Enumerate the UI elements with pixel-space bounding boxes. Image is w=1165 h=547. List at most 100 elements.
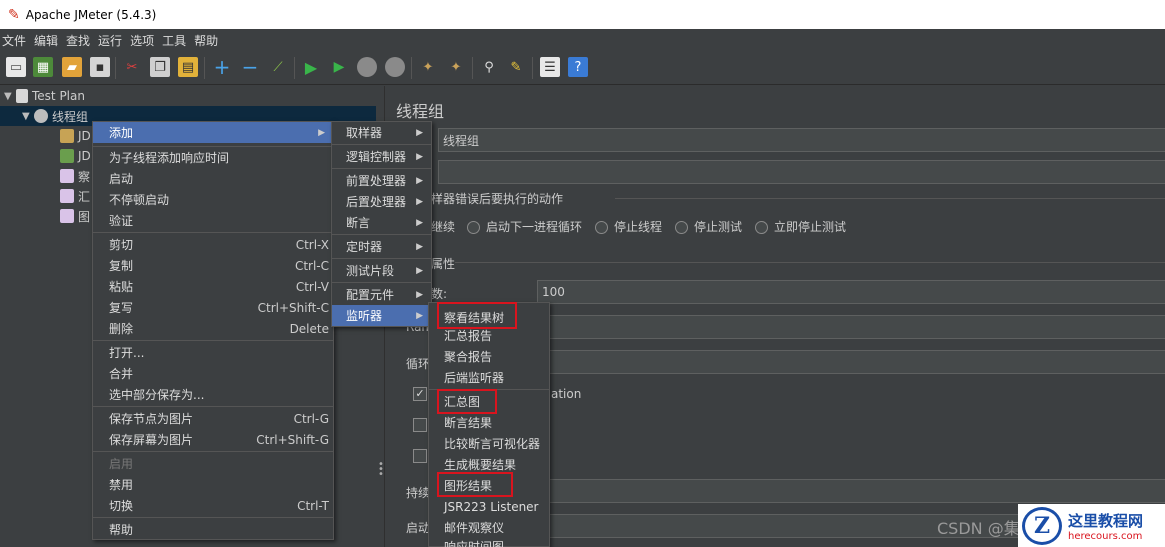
comment-field[interactable] bbox=[438, 160, 1165, 184]
duration-field[interactable] bbox=[537, 479, 1165, 503]
menu-item-cut[interactable]: 剪切 Ctrl-X bbox=[93, 234, 333, 255]
site-logo: Z 这里教程网 herecours.com bbox=[1018, 504, 1165, 547]
listener-item-backend-listener[interactable]: 后端监听器 bbox=[429, 367, 549, 388]
menu-item-open[interactable]: 打开... bbox=[93, 342, 333, 363]
submenu-item-assertion[interactable]: 断言 ▶ bbox=[332, 212, 431, 233]
reset-search-icon[interactable]: ✎ bbox=[506, 57, 526, 77]
ramp-field[interactable] bbox=[537, 315, 1165, 339]
tree-node-child[interactable]: JD bbox=[60, 146, 91, 166]
templates-icon[interactable]: ▦ bbox=[33, 57, 53, 77]
tree-node-child[interactable]: 图 bbox=[60, 206, 90, 226]
submenu-item-config-element[interactable]: 配置元件 ▶ bbox=[332, 284, 431, 305]
listener-item-jsr223[interactable]: JSR223 Listener bbox=[429, 496, 549, 517]
save-icon[interactable]: ▪ bbox=[90, 57, 110, 77]
logo-title: 这里教程网 bbox=[1068, 511, 1144, 530]
paste-icon[interactable]: ▤ bbox=[178, 57, 198, 77]
listener-item-assertion-results[interactable]: 断言结果 bbox=[429, 412, 549, 433]
radio-continue[interactable]: 继续 bbox=[431, 218, 455, 235]
submenu-item-post-processor[interactable]: 后置处理器 ▶ bbox=[332, 191, 431, 212]
listener-item-mailer[interactable]: 邮件观察仪 bbox=[429, 517, 549, 538]
menu-item-paste[interactable]: 粘贴 Ctrl-V bbox=[93, 276, 333, 297]
shutdown-icon[interactable] bbox=[385, 57, 405, 77]
menu-options[interactable]: 选项 bbox=[130, 32, 154, 49]
radio-circle-icon bbox=[755, 221, 768, 234]
menu-item-delete[interactable]: 删除 Delete bbox=[93, 318, 333, 339]
submenu-item-sampler[interactable]: 取样器 ▶ bbox=[332, 122, 431, 143]
menu-item-add-response-time[interactable]: 为子线程添加响应时间 bbox=[93, 147, 333, 168]
chevron-down-icon[interactable]: ▼ bbox=[4, 91, 16, 102]
open-icon[interactable]: ▰ bbox=[62, 57, 82, 77]
menu-item-start-no-pause[interactable]: 不停顿启动 bbox=[93, 189, 333, 210]
chart-icon bbox=[60, 209, 74, 223]
menu-edit[interactable]: 编辑 bbox=[34, 32, 58, 49]
tree-node-child[interactable]: 察 bbox=[60, 166, 90, 186]
menu-item-disable[interactable]: 禁用 bbox=[93, 474, 333, 495]
menu-item-add[interactable]: 添加 ▶ bbox=[93, 122, 333, 143]
tree-node-child[interactable]: 汇 bbox=[60, 186, 90, 206]
radio-stop-thread[interactable]: 停止线程 bbox=[595, 218, 662, 235]
menu-item-merge[interactable]: 合并 bbox=[93, 363, 333, 384]
function-helper-icon[interactable]: ☰ bbox=[540, 57, 560, 77]
listener-item-comparison-visualizer[interactable]: 比较断言可视化器 bbox=[429, 433, 549, 454]
radio-stop-test-now[interactable]: 立即停止测试 bbox=[755, 218, 846, 235]
chevron-right-icon: ▶ bbox=[416, 265, 423, 276]
start-no-pause-icon[interactable]: ▶ bbox=[329, 57, 349, 77]
expand-icon[interactable]: + bbox=[212, 55, 232, 79]
menu-item-toggle[interactable]: 切换 Ctrl-T bbox=[93, 495, 333, 516]
menu-item-help[interactable]: 帮助 bbox=[93, 519, 333, 540]
thread-props-label: 属性 bbox=[431, 257, 456, 271]
listener-submenu: 察看结果树 汇总报告 聚合报告 后端监听器 汇总图 断言结果 比较断言可视化器 … bbox=[428, 302, 550, 547]
cut-icon[interactable]: ✂ bbox=[122, 57, 142, 77]
menu-tools[interactable]: 工具 bbox=[162, 32, 186, 49]
chevron-right-icon: ▶ bbox=[416, 289, 423, 300]
chevron-right-icon: ▶ bbox=[416, 127, 423, 138]
loop-label: 循环 bbox=[406, 357, 431, 371]
threads-field[interactable]: 100 bbox=[537, 280, 1165, 304]
menu-file[interactable]: 文件 bbox=[2, 32, 26, 49]
tree-node-child[interactable]: JD bbox=[60, 126, 91, 146]
copy-icon[interactable]: ❐ bbox=[150, 57, 170, 77]
menu-item-start[interactable]: 启动 bbox=[93, 168, 333, 189]
radio-circle-icon bbox=[675, 221, 688, 234]
flask-icon bbox=[16, 89, 28, 103]
menu-item-save-node-image[interactable]: 保存节点为图片 Ctrl-G bbox=[93, 408, 333, 429]
listener-item-aggregate-report[interactable]: 聚合报告 bbox=[429, 346, 549, 367]
menu-item-duplicate[interactable]: 复写 Ctrl+Shift-C bbox=[93, 297, 333, 318]
listener-item-response-time-graph[interactable]: 响应时间图 bbox=[429, 538, 549, 547]
scheduler-checkbox[interactable] bbox=[413, 449, 427, 463]
submenu-item-listener[interactable]: 监听器 ▶ bbox=[332, 305, 431, 326]
collapse-icon[interactable]: − bbox=[240, 55, 260, 79]
delay-checkbox[interactable] bbox=[413, 418, 427, 432]
loop-field[interactable]: 0 bbox=[537, 350, 1165, 374]
submenu-item-pre-processor[interactable]: 前置处理器 ▶ bbox=[332, 170, 431, 191]
tree-node-test-plan[interactable]: ▼ Test Plan bbox=[4, 86, 85, 106]
name-field[interactable]: 线程组 bbox=[438, 128, 1165, 152]
error-action-label: 样器错误后要执行的动作 bbox=[431, 192, 564, 206]
search-icon[interactable]: ⚲ bbox=[479, 57, 499, 77]
logo-url: herecours.com bbox=[1068, 530, 1143, 542]
clear-icon[interactable]: ✦ bbox=[418, 57, 438, 77]
menu-search[interactable]: 查找 bbox=[66, 32, 90, 49]
submenu-item-timer[interactable]: 定时器 ▶ bbox=[332, 236, 431, 257]
menu-item-save-screen-image[interactable]: 保存屏幕为图片 Ctrl+Shift-G bbox=[93, 429, 333, 450]
help-icon[interactable]: ? bbox=[568, 57, 588, 77]
same-user-checkbox[interactable]: ✓ bbox=[413, 387, 427, 401]
stop-icon[interactable] bbox=[357, 57, 377, 77]
start-icon[interactable]: ▶ bbox=[301, 57, 321, 77]
toggle-icon[interactable]: ⟋ bbox=[268, 57, 288, 77]
new-icon[interactable]: ▭ bbox=[6, 57, 26, 77]
chevron-right-icon: ▶ bbox=[416, 175, 423, 186]
menu-item-enable: 启用 bbox=[109, 457, 134, 471]
radio-stop-test[interactable]: 停止测试 bbox=[675, 218, 742, 235]
menu-item-save-selection-as[interactable]: 选中部分保存为... bbox=[93, 384, 333, 405]
clear-all-icon[interactable]: ✦ bbox=[446, 57, 466, 77]
menu-run[interactable]: 运行 bbox=[98, 32, 122, 49]
submenu-item-logic-controller[interactable]: 逻辑控制器 ▶ bbox=[332, 146, 431, 167]
menu-help[interactable]: 帮助 bbox=[194, 32, 218, 49]
toolbar: ▭ ▦ ▰ ▪ ✂ ❐ ▤ + − ⟋ ▶ ▶ ✦ ✦ ⚲ ✎ ☰ ? bbox=[0, 51, 1165, 85]
menu-item-copy[interactable]: 复制 Ctrl-C bbox=[93, 255, 333, 276]
submenu-item-test-fragment[interactable]: 测试片段 ▶ bbox=[332, 260, 431, 281]
menu-item-validate[interactable]: 验证 bbox=[93, 210, 333, 231]
radio-start-next-loop[interactable]: 启动下一进程循环 bbox=[467, 218, 582, 235]
chevron-down-icon[interactable]: ▼ bbox=[22, 111, 34, 122]
